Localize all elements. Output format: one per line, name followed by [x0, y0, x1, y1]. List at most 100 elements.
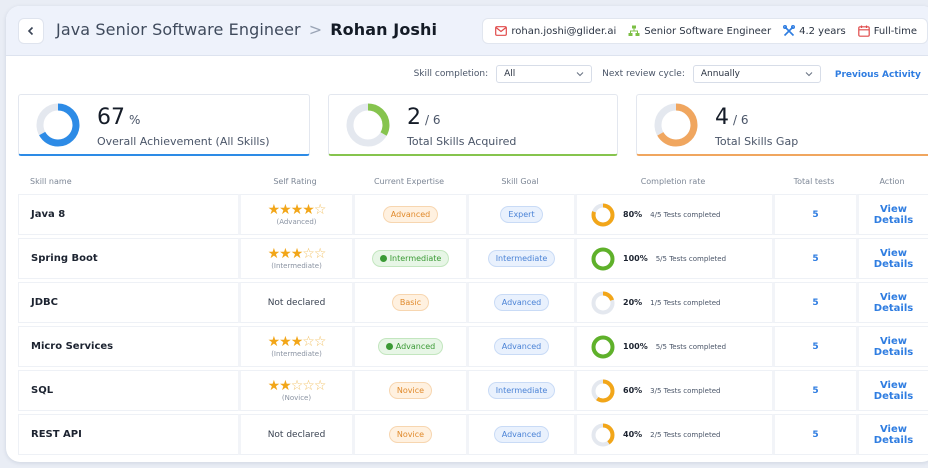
view-details-link[interactable]: View Details [874, 380, 913, 402]
expertise-text: Intermediate [389, 254, 442, 263]
completion-ring [591, 291, 615, 314]
view-details-link[interactable]: View Details [874, 248, 913, 270]
chevron-down-icon [805, 72, 813, 77]
summary-card-overall: 67% Overall Achievement (All Skills) [18, 94, 310, 156]
view-details-link[interactable]: View Details [874, 204, 913, 226]
expertise-text: Novice [396, 386, 425, 395]
tests-completed-text: 3/5 Tests completed [650, 386, 721, 395]
completion-cell: 100% 5/5 Tests completed [574, 326, 772, 367]
expertise-cell: Novice [352, 414, 466, 455]
completion-cell: 40% 2/5 Tests completed [574, 414, 772, 455]
review-cycle-select[interactable]: Annually [692, 65, 821, 83]
goal-cell: Advanced [466, 414, 574, 455]
total-tests-link[interactable]: 5 [812, 254, 818, 264]
calendar-icon [857, 25, 870, 37]
expertise-badge: Intermediate [371, 250, 450, 267]
total-tests-link[interactable]: 5 [812, 386, 818, 396]
overall-suffix: % [129, 113, 141, 127]
col-skill-goal[interactable]: Skill Goal [466, 171, 574, 191]
completion-percent: 20% [623, 298, 643, 307]
total-tests-link[interactable]: 5 [812, 210, 818, 220]
check-badge-icon [385, 343, 393, 350]
total-tests-link[interactable]: 5 [812, 430, 818, 440]
star-rating: ★★★☆☆ [267, 246, 327, 262]
expertise-text: Advanced [395, 342, 436, 351]
table-row: JDBC Not declared Basic Advanced 20% 1/5 Test… [18, 282, 928, 323]
rating-text: (Advanced) [276, 218, 317, 226]
skill-name: Micro Services [18, 326, 238, 367]
experience-text: 4.2 years [799, 25, 846, 37]
previous-activity-link[interactable]: Previous Activity [835, 69, 928, 80]
skill-name: Spring Boot [18, 238, 238, 279]
star-rating: ★★☆☆☆ [267, 378, 327, 394]
star-rating: ★★★☆☆ [267, 334, 327, 350]
chevron-left-icon [27, 26, 34, 36]
completion-percent: 40% [623, 430, 643, 439]
col-action: Action [879, 176, 905, 186]
view-details-link[interactable]: View Details [874, 424, 913, 446]
total-tests-cell: 5 [772, 326, 856, 367]
expertise-badge: Advanced [377, 338, 444, 355]
email-text: rohan.joshi@glider.ai [511, 25, 617, 37]
experience-item: 4.2 years [783, 25, 846, 37]
summary-card-gap: 4 / 6 Total Skills Gap [636, 94, 928, 156]
action-cell: View Details [856, 194, 928, 235]
total-tests-link[interactable]: 5 [812, 298, 818, 308]
completion-percent: 100% [623, 254, 648, 263]
expertise-cell: Intermediate [352, 238, 466, 279]
not-declared-text: Not declared [267, 429, 326, 440]
table-row: REST API Not declared Novice Advanced 40% 2/5… [18, 414, 928, 455]
self-rating-cell: Not declared [238, 282, 352, 323]
table-row: Java 8 ★★★★☆ (Advanced) Advanced Expert 80% 4/… [18, 194, 928, 235]
self-rating-cell: Not declared [238, 414, 352, 455]
total-tests-cell: 5 [772, 414, 856, 455]
col-total-tests[interactable]: Total tests [772, 171, 856, 191]
table-row: Spring Boot ★★★☆☆ (Intermediate) Intermedia… [18, 238, 928, 279]
col-skill-name[interactable]: Skill name [18, 171, 238, 191]
view-details-link[interactable]: View Details [874, 292, 913, 314]
tests-completed-text: 1/5 Tests completed [650, 298, 721, 307]
person-tree-icon [628, 25, 640, 36]
summary-label: Overall Achievement (All Skills) [97, 135, 270, 148]
summary-value: 4 / 6 [715, 105, 749, 130]
skill-completion-value: All [504, 69, 516, 79]
total-tests-link[interactable]: 5 [812, 342, 818, 352]
goal-badge: Expert [500, 206, 543, 223]
summary-label: Total Skills Acquired [407, 135, 517, 148]
table-row: Micro Services ★★★☆☆ (Intermediate) Advance… [18, 326, 928, 367]
col-self-rating[interactable]: Self Rating [238, 171, 352, 191]
self-rating-cell: ★★☆☆☆ (Novice) [238, 370, 352, 411]
expertise-text: Basic [399, 298, 422, 307]
breadcrumb-role[interactable]: Java Senior Software Engineer [56, 20, 301, 39]
rating-text: (Novice) [281, 394, 312, 402]
completion-ring [591, 247, 615, 270]
action-cell: View Details [856, 326, 928, 367]
expertise-text: Advanced [390, 210, 431, 219]
col-completion-rate[interactable]: Completion rate [574, 171, 772, 191]
previous-activity-text: Previous Activity [834, 69, 921, 80]
view-details-link[interactable]: View Details [874, 336, 913, 358]
col-current-expertise[interactable]: Current Expertise [352, 171, 466, 191]
designation-item: Senior Software Engineer [628, 25, 771, 37]
summary-label: Total Skills Gap [715, 135, 799, 148]
overall-progress-ring [36, 103, 80, 147]
breadcrumb: Java Senior Software Engineer > Rohan Josh… [56, 20, 437, 39]
skill-completion-select[interactable]: All [496, 65, 593, 83]
designation-text: Senior Software Engineer [644, 25, 772, 37]
summary-card-acquired: 2 / 6 Total Skills Acquired [328, 94, 618, 156]
goal-badge: Advanced [493, 426, 550, 443]
completion-ring [591, 379, 615, 402]
candidate-meta: rohan.joshi@glider.ai Senior Software En… [482, 18, 928, 44]
acquired-count: 2 [407, 105, 421, 130]
skill-completion-label: Skill completion: [413, 69, 489, 79]
tests-completed-text: 4/5 Tests completed [650, 210, 721, 219]
completion-cell: 80% 4/5 Tests completed [574, 194, 772, 235]
back-button[interactable] [18, 18, 44, 44]
tests-completed-text: 5/5 Tests completed [655, 254, 727, 263]
check-badge-icon [379, 255, 387, 262]
expertise-cell: Advanced [352, 326, 466, 367]
gap-count: 4 [715, 105, 729, 130]
goal-badge: Intermediate [487, 382, 556, 399]
tests-completed-text: 5/5 Tests completed [655, 342, 727, 351]
review-cycle-label: Next review cycle: [602, 69, 685, 79]
